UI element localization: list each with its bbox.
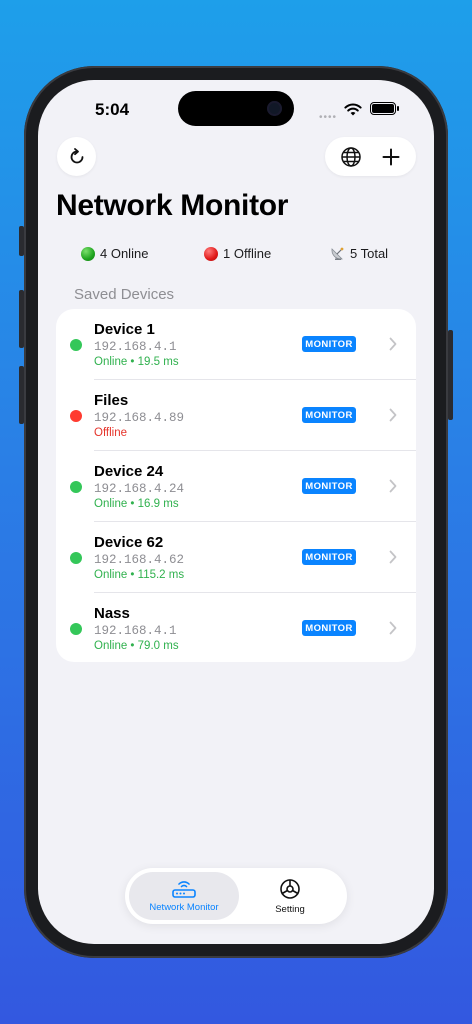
device-row[interactable]: Files 192.168.4.89 Offline MONITOR: [56, 380, 416, 451]
device-name: Device 24: [94, 463, 164, 480]
chevron-right-icon: [389, 479, 397, 493]
plus-icon: [382, 148, 400, 165]
globe-button[interactable]: [340, 146, 362, 168]
monitor-badge[interactable]: MONITOR: [302, 478, 356, 494]
device-list: Device 1 192.168.4.1 Online • 19.5 ms MO…: [56, 309, 416, 662]
device-row[interactable]: Device 62 192.168.4.62 Online • 115.2 ms…: [56, 522, 416, 593]
status-bar: 5:04 ••••: [38, 80, 434, 134]
tab-label: Setting: [275, 904, 305, 915]
chevron-right-icon: [389, 621, 397, 635]
device-status: Online • 115.2 ms: [94, 569, 185, 581]
device-ip: 192.168.4.24: [94, 482, 185, 496]
device-status: Online • 19.5 ms: [94, 356, 179, 368]
volume-down-button: [19, 366, 24, 424]
camera-icon: [267, 101, 282, 116]
monitor-badge[interactable]: MONITOR: [302, 549, 356, 565]
tab-setting[interactable]: Setting: [237, 872, 343, 920]
app-screen: 5:04 •••• Network Monitor 4 Online 1 Off…: [38, 80, 434, 944]
globe-icon: [341, 146, 361, 167]
cellular-signal-icon: ••••: [319, 112, 338, 123]
total-count-label: 5 Total: [350, 246, 389, 261]
add-device-button[interactable]: [381, 147, 401, 167]
router-icon: [172, 881, 196, 898]
status-time: 5:04: [95, 100, 130, 119]
device-name: Device 1: [94, 321, 155, 338]
total-count: 5 Total: [330, 246, 388, 261]
device-name: Device 62: [94, 534, 164, 551]
device-row[interactable]: Nass 192.168.4.1 Online • 79.0 ms MONITO…: [56, 593, 416, 662]
page-title: Network Monitor: [56, 189, 289, 222]
tab-network-monitor[interactable]: Network Monitor: [129, 872, 239, 920]
offline-count: 1 Offline: [204, 246, 271, 261]
wifi-icon: [344, 103, 362, 116]
device-status: Online • 16.9 ms: [94, 498, 179, 510]
power-button: [448, 330, 453, 420]
status-dot: [70, 410, 82, 422]
status-dot: [70, 552, 82, 564]
online-count-label: 4 Online: [100, 246, 149, 261]
device-ip: 192.168.4.89: [94, 411, 185, 425]
device-name: Nass: [94, 605, 130, 622]
green-circle-icon: [81, 246, 95, 261]
monitor-badge[interactable]: MONITOR: [302, 407, 356, 423]
battery-icon: [370, 102, 399, 115]
device-status: Offline: [94, 427, 128, 439]
status-dot: [70, 623, 82, 635]
device-row[interactable]: Device 24 192.168.4.24 Online • 16.9 ms …: [56, 451, 416, 522]
tab-bar: Network Monitor Setting: [125, 868, 347, 924]
device-name: Files: [94, 392, 129, 409]
device-status: Online • 79.0 ms: [94, 640, 179, 652]
device-ip: 192.168.4.1: [94, 624, 177, 638]
chevron-right-icon: [389, 337, 397, 351]
status-dot: [70, 481, 82, 493]
volume-up-button: [19, 290, 24, 348]
refresh-icon: [70, 147, 83, 163]
dynamic-island: [178, 91, 294, 126]
chevron-right-icon: [389, 550, 397, 564]
red-circle-icon: [204, 246, 218, 261]
toolbar-actions: [325, 137, 416, 176]
monitor-badge[interactable]: MONITOR: [302, 336, 356, 352]
online-count: 4 Online: [81, 246, 148, 261]
status-dot: [70, 339, 82, 351]
gear-icon: [280, 879, 300, 899]
satellite-antenna-icon: [331, 247, 344, 260]
device-row[interactable]: Device 1 192.168.4.1 Online • 19.5 ms MO…: [56, 309, 416, 380]
monitor-badge[interactable]: MONITOR: [302, 620, 356, 636]
device-ip: 192.168.4.1: [94, 340, 177, 354]
refresh-button[interactable]: [57, 137, 96, 176]
summary-stats: 4 Online 1 Offline 5 Total: [38, 246, 434, 266]
tab-label: Network Monitor: [149, 902, 219, 913]
offline-count-label: 1 Offline: [223, 246, 272, 261]
device-ip: 192.168.4.62: [94, 553, 185, 567]
section-header-saved-devices: Saved Devices: [74, 286, 175, 303]
side-button: [19, 226, 24, 256]
chevron-right-icon: [389, 408, 397, 422]
